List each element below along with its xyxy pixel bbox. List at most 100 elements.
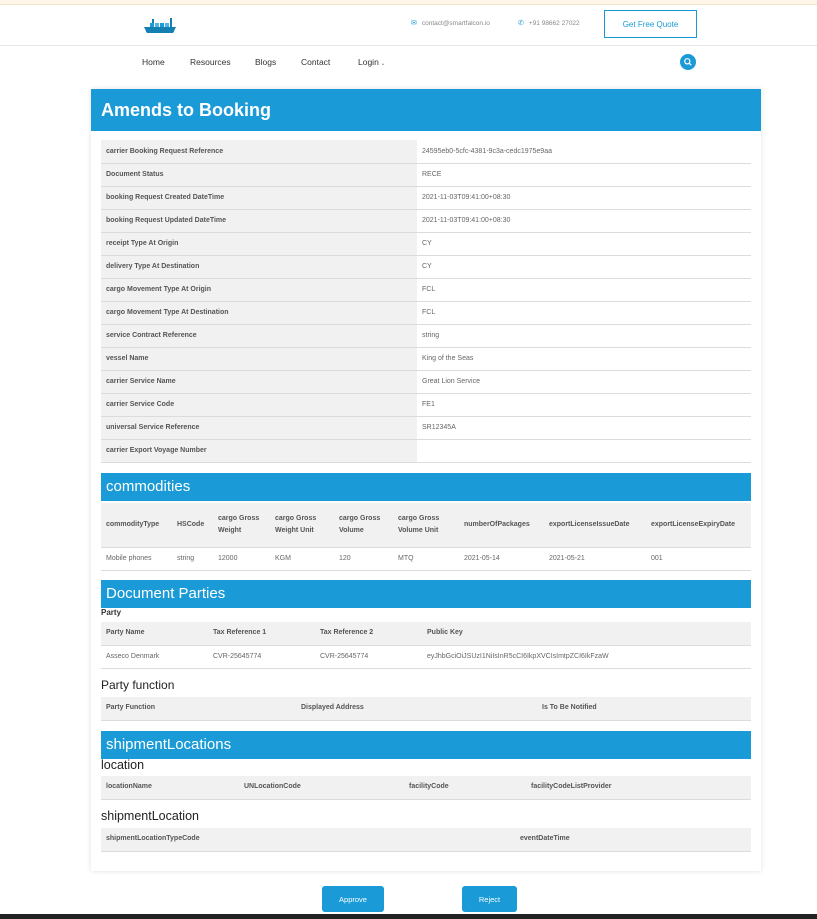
field-value: Great Lion Service: [417, 370, 751, 394]
field-value: King of the Seas: [417, 347, 751, 371]
field-value: 24595eb0-5cfc-4381-9c3a-cedc1975e9aa: [417, 140, 751, 164]
table-cell: CVR-25645774: [315, 645, 422, 669]
chevron-down-icon: ⌄: [378, 61, 386, 67]
bottom-bar: [0, 914, 817, 919]
ship-logo-icon[interactable]: [144, 15, 176, 35]
envelope-icon: ✉: [411, 20, 417, 27]
column-header: eventDateTime: [515, 828, 751, 852]
field-label: cargo Movement Type At Destination: [101, 301, 417, 325]
field-label: carrier Booking Request Reference: [101, 140, 417, 164]
column-header: Public Key: [422, 622, 751, 646]
phone-text: +91 98662 27022: [528, 19, 580, 27]
field-label: booking Request Updated DateTime: [101, 209, 417, 233]
column-header: exportLicenseExpiryDate: [646, 503, 751, 548]
reject-button[interactable]: Reject: [462, 886, 517, 912]
field-label: vessel Name: [101, 347, 417, 371]
field-value: FCL: [417, 301, 751, 325]
field-label: cargo Movement Type At Origin: [101, 278, 417, 302]
field-label: universal Service Reference: [101, 416, 417, 440]
table-cell: 2021-05-21: [544, 547, 646, 571]
get-free-quote-button[interactable]: Get Free Quote: [604, 10, 697, 38]
nav-home[interactable]: Home: [142, 57, 165, 67]
field-value: string: [417, 324, 751, 348]
nav-login[interactable]: Login ⌄: [358, 57, 386, 67]
booking-field-row: carrier Service Code FE1: [101, 393, 751, 417]
phone-contact[interactable]: ✆ +91 98662 27022: [518, 19, 580, 28]
table-row: Mobile phones string 12000 KGM 120 MTQ 2021-05…: [101, 547, 751, 571]
email-text: contact@smartfalcon.io: [421, 19, 490, 27]
field-value: [417, 439, 751, 463]
party-function-table: Party Function Displayed Address Is To Be …: [101, 697, 751, 721]
column-header: Displayed Address: [296, 697, 537, 721]
table-cell: Mobile phones: [101, 547, 172, 571]
shipment-location-subheading: shipmentLocation: [101, 809, 199, 823]
document-parties-section-title: Document Parties: [101, 580, 751, 608]
column-header: facilityCode: [404, 776, 526, 800]
party-table: Party Name Tax Reference 1 Tax Reference 2…: [101, 622, 751, 669]
page-title: Amends to Booking: [91, 89, 761, 131]
column-header: HSCode: [172, 503, 213, 548]
party-function-subheading: Party function: [101, 678, 175, 692]
top-bar: ✉ contact@smartfalcon.io ✆ +91 98662 270…: [0, 5, 817, 46]
column-header: locationName: [101, 776, 239, 800]
column-header: Is To Be Notified: [537, 697, 751, 721]
nav-resources[interactable]: Resources: [190, 57, 231, 67]
table-cell: 001: [646, 547, 751, 571]
booking-card: Amends to Booking carrier Booking Reques…: [91, 89, 761, 871]
column-header: numberOfPackages: [459, 503, 544, 548]
approve-button[interactable]: Approve: [322, 886, 384, 912]
column-header: Tax Reference 2: [315, 622, 422, 646]
field-label: receipt Type At Origin: [101, 232, 417, 256]
booking-field-row: receipt Type At Origin CY: [101, 232, 751, 256]
field-value: RECE: [417, 163, 751, 187]
field-label: carrier Export Voyage Number: [101, 439, 417, 463]
nav-blogs[interactable]: Blogs: [255, 57, 276, 67]
column-header: commodityType: [101, 503, 172, 548]
column-header: cargo Gross Weight Unit: [270, 503, 334, 548]
booking-field-row: cargo Movement Type At Destination FCL: [101, 301, 751, 325]
phone-icon: ✆: [518, 20, 524, 27]
table-cell: CVR-25645774: [208, 645, 315, 669]
commodities-table: commodityType HSCode cargo Gross Weight car…: [101, 503, 751, 571]
commodities-section-title: commodities: [101, 473, 751, 501]
field-value: SR12345A: [417, 416, 751, 440]
column-header: cargo Gross Volume: [334, 503, 393, 548]
location-subheading: location: [101, 758, 145, 772]
column-header: Party Function: [101, 697, 296, 721]
field-value: CY: [417, 232, 751, 256]
field-value: CY: [417, 255, 751, 279]
nav-contact[interactable]: Contact: [301, 57, 330, 67]
shipment-locations-section-title: shipmentLocations: [101, 731, 751, 759]
column-header: Party Name: [101, 622, 208, 646]
field-label: booking Request Created DateTime: [101, 186, 417, 210]
booking-details-table: carrier Booking Request Reference 24595eb…: [101, 140, 751, 463]
field-value: FE1: [417, 393, 751, 417]
column-header: cargo Gross Volume Unit: [393, 503, 459, 548]
booking-field-row: delivery Type At Destination CY: [101, 255, 751, 279]
field-label: carrier Service Code: [101, 393, 417, 417]
booking-field-row: carrier Booking Request Reference 24595eb…: [101, 140, 751, 164]
search-icon: [684, 58, 692, 66]
booking-field-row: carrier Service Name Great Lion Service: [101, 370, 751, 394]
location-table: locationName UNLocationCode facilityCode fa…: [101, 776, 751, 800]
booking-field-row: booking Request Created DateTime 2021-11-…: [101, 186, 751, 210]
table-cell: 120: [334, 547, 393, 571]
booking-field-row: cargo Movement Type At Origin FCL: [101, 278, 751, 302]
table-cell: Asseco Denmark: [101, 645, 208, 669]
column-header: shipmentLocationTypeCode: [101, 828, 515, 852]
booking-field-row: booking Request Updated DateTime 2021-11-…: [101, 209, 751, 233]
booking-field-row: service Contract Reference string: [101, 324, 751, 348]
column-header: Tax Reference 1: [208, 622, 315, 646]
table-cell: string: [172, 547, 213, 571]
field-label: carrier Service Name: [101, 370, 417, 394]
field-label: service Contract Reference: [101, 324, 417, 348]
table-cell: 12000: [213, 547, 270, 571]
email-contact[interactable]: ✉ contact@smartfalcon.io: [411, 19, 490, 28]
booking-field-row: vessel Name King of the Seas: [101, 347, 751, 371]
booking-field-row: universal Service Reference SR12345A: [101, 416, 751, 440]
field-value: 2021-11-03T09:41:00+08:30: [417, 186, 751, 210]
column-header: UNLocationCode: [239, 776, 404, 800]
nav-login-label: Login: [358, 57, 379, 67]
table-row: Asseco Denmark CVR-25645774 CVR-25645774 ey…: [101, 645, 751, 669]
search-button[interactable]: [680, 54, 696, 70]
